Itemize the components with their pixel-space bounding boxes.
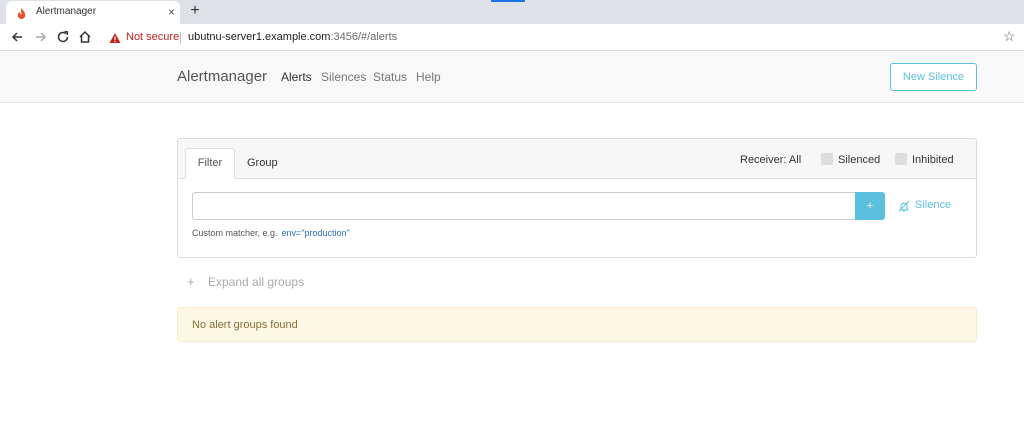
inhibited-checkbox[interactable] [895,153,907,165]
browser-toolbar: Not secure | ubutnu-server1.example.com:… [0,24,1024,51]
nav-link-silences[interactable]: Silences [321,70,366,84]
silence-link-label: Silence [915,199,952,211]
url-separator: | [179,30,183,44]
tab-strip-indicator [491,0,525,2]
nav-link-help[interactable]: Help [416,70,441,84]
expand-all-groups[interactable]: + Expand all groups [187,274,304,289]
empty-state-alert: No alert groups found [177,307,977,342]
home-icon[interactable] [77,29,93,45]
forward-arrow-icon[interactable] [33,29,49,45]
silenced-checkbox[interactable] [821,153,833,165]
bell-slash-icon [898,200,910,212]
add-matcher-button[interactable]: + [855,192,885,220]
nav-link-alerts[interactable]: Alerts [281,70,312,84]
matcher-hint-text: Custom matcher, e.g. [192,228,278,238]
filter-card: Filter Group Receiver: All Silenced Inhi… [177,138,977,258]
not-secure-label: Not secure [126,31,180,43]
empty-state-text: No alert groups found [192,319,298,331]
matcher-hint-example[interactable]: env="production" [282,228,350,238]
tab-filter[interactable]: Filter [185,148,235,179]
url-path: :3456/#/alerts [330,31,398,43]
nav-link-status[interactable]: Status [373,70,407,84]
tab-group[interactable]: Group [247,157,278,169]
expand-all-label: Expand all groups [208,275,305,289]
new-tab-button[interactable]: + [186,2,204,20]
browser-tab-strip: Alertmanager × + [0,0,1024,24]
receiver-selector[interactable]: Receiver: All [740,154,801,166]
silenced-checkbox-label[interactable]: Silenced [838,154,880,166]
filter-card-header: Filter Group Receiver: All Silenced Inhi… [178,139,976,179]
inhibited-checkbox-label[interactable]: Inhibited [912,154,954,166]
plus-icon: + [187,274,195,289]
matcher-hint: Custom matcher, e.g. env="production" [192,228,350,238]
app-navbar: Alertmanager Alerts Silences Status Help… [0,52,1024,103]
browser-tab-alertmanager[interactable]: Alertmanager × [6,1,180,24]
matcher-input[interactable] [192,192,855,220]
address-bar[interactable]: Not secure | ubutnu-server1.example.com:… [100,27,996,48]
url-text: ubutnu-server1.example.com:3456/#/alerts [188,31,397,43]
close-tab-icon[interactable]: × [168,4,175,20]
reload-icon[interactable] [55,29,71,45]
warning-triangle-icon [109,31,121,43]
new-silence-button[interactable]: New Silence [890,63,977,91]
tab-title: Alertmanager [36,6,97,17]
url-host: ubutnu-server1.example.com [188,31,331,43]
bookmark-star-icon[interactable]: ☆ [1003,28,1016,44]
brand-title[interactable]: Alertmanager [177,68,267,85]
back-arrow-icon[interactable] [9,29,25,45]
alertmanager-flame-icon [16,7,27,20]
